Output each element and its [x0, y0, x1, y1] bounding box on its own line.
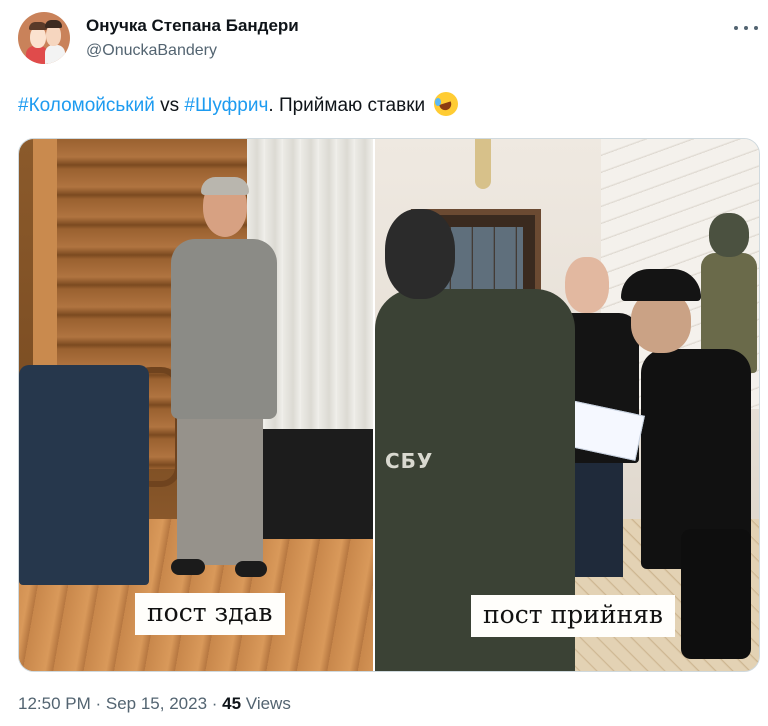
author-display-name[interactable]: Онучка Степана Бандери: [86, 16, 299, 36]
more-horizontal-icon[interactable]: [734, 18, 758, 38]
chair-with-coat: [19, 365, 149, 585]
person-hair: [201, 177, 249, 195]
more-dot: [734, 26, 738, 30]
bag: [681, 529, 751, 659]
man-in-tracksuit: [165, 177, 281, 579]
avatar-figure-right: [45, 45, 65, 64]
photo-right[interactable]: СБУ пост прийняв: [375, 139, 759, 671]
hashtag-link[interactable]: #Коломойський: [18, 95, 155, 116]
officer-head: [385, 209, 455, 299]
rolling-on-floor-laughing-emoji-icon: [434, 92, 459, 116]
views-count[interactable]: 45: [222, 694, 241, 713]
chandelier: [475, 139, 491, 189]
person-shoe: [235, 561, 267, 577]
more-dot: [744, 26, 748, 30]
caption-right: пост прийняв: [471, 595, 675, 637]
person-torso: [171, 239, 277, 419]
tweet-time[interactable]: 12:50 PM: [18, 694, 91, 713]
photo-left[interactable]: пост здав: [19, 139, 373, 671]
caption-left: пост здав: [135, 593, 285, 635]
sbu-patch: СБУ: [385, 449, 434, 473]
views-label: Views: [241, 694, 291, 713]
tweet-header: Онучка Степана Бандери @OnuckaBandery: [18, 12, 758, 68]
avatar-hair-right: [45, 20, 62, 28]
author-handle[interactable]: @OnuckaBandery: [86, 42, 217, 60]
tweet-media[interactable]: пост здав СБУ пост прийняв: [18, 138, 760, 672]
hashtag-link[interactable]: #Шуфрич: [184, 95, 268, 116]
meta-separator: ·: [90, 694, 106, 713]
meta-separator: ·: [207, 694, 223, 713]
tweet-text: #Коломойський vs #Шуфрич. Приймаю ставки: [18, 92, 459, 119]
person-legs: [177, 415, 263, 565]
tweet-text-rest: . Приймаю ставки: [268, 95, 426, 116]
tweet-meta: 12:50 PM · Sep 15, 2023 · 45 Views: [18, 694, 291, 714]
soldier-helmet: [709, 213, 749, 257]
more-dot: [754, 26, 758, 30]
tweet-text-middle: vs: [154, 95, 185, 116]
author-avatar[interactable]: [18, 12, 70, 64]
tweet-date[interactable]: Sep 15, 2023: [106, 694, 207, 713]
person-shoe: [171, 559, 205, 575]
cap: [621, 269, 701, 301]
